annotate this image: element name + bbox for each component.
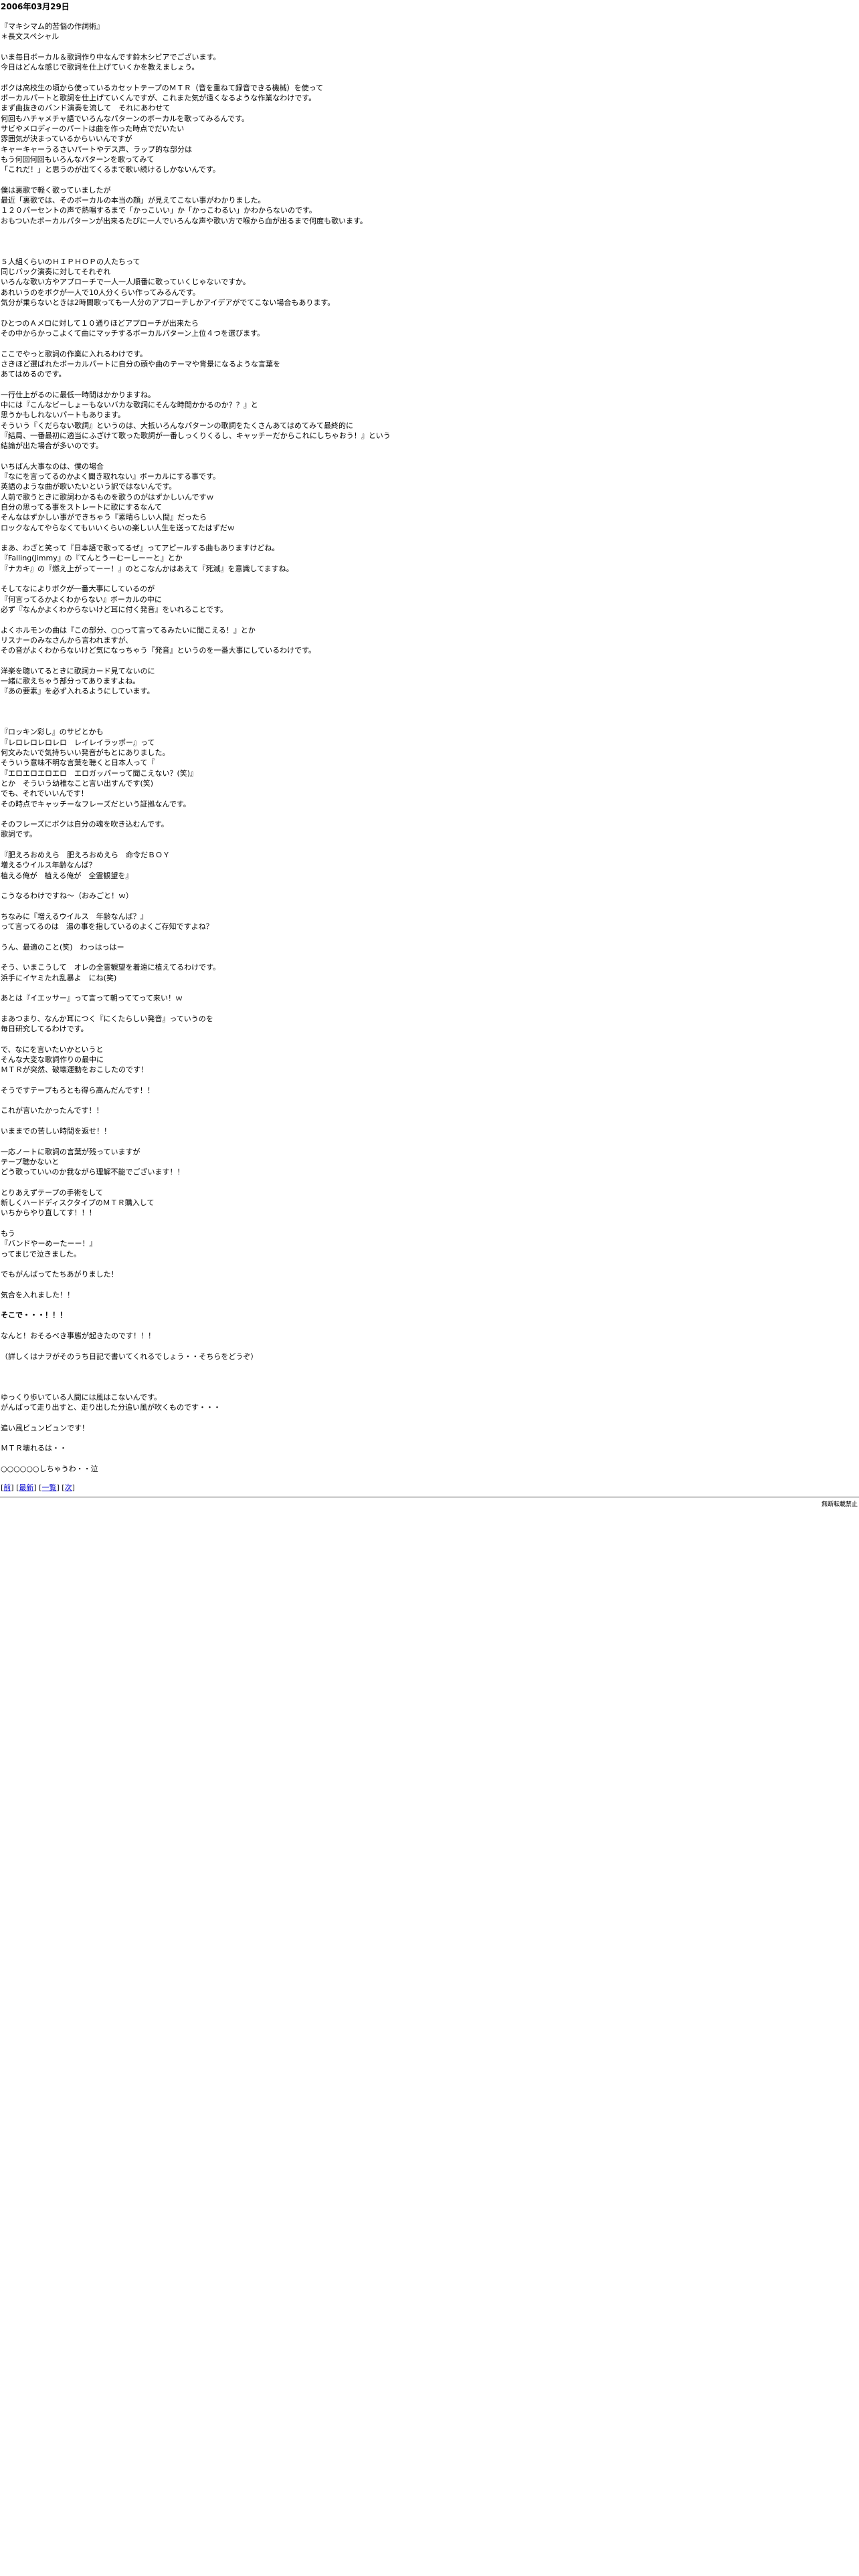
entry-paragraph: いちばん大事なのは、僕の場合 『なにを言ってるのかよく聞き取れない』ボーカルにす… [1, 461, 235, 532]
entry-paragraph: 一行仕上がるのに最低一時間はかかりますね。 中には『こんなビーしょーもないバカな… [1, 390, 391, 451]
entry-navigation: [前] [最新] [一覧] [次] [0, 1483, 859, 1493]
entry-paragraph: 洋楽を聴いてるときに歌詞カード見てないのに 一緒に歌えちゃう部分ってありますよね… [1, 666, 155, 696]
entry-date: 2006年03月29日 [1, 2, 70, 11]
entry-paragraph: いま毎日ボーカル＆歌詞作り中なんです鈴木シビアでございます。 今日はどんな感じで… [1, 52, 221, 72]
entry-paragraph: （詳しくはナヲがそのうち日記で書いてくれるでしょう・・そちらをどうぞ） [1, 1352, 258, 1361]
nav-bracket-close: ] [72, 1483, 75, 1493]
entry-paragraph [1, 1372, 859, 1382]
entry-paragraph: 気合を入れました！！ [1, 1290, 74, 1299]
nav-next-link[interactable]: 次 [65, 1483, 72, 1492]
entry-paragraph: あとは『イエッサー』って言って朝っててって来い！ｗ [1, 994, 183, 1003]
entry-paragraph: とりあえずテープの手術をして 新しくハードディスクタイプのＭＴＲ購入して いちか… [1, 1188, 155, 1218]
entry-paragraph: 僕は裏歌で軽く歌っていましたが 最近「裏歌では、そのボーカルの本当の顔」が見えて… [1, 185, 367, 225]
entry-paragraph: ○○○○○○しちゃうわ・・泣 [1, 1464, 98, 1473]
entry-paragraph: うん、最適のこと(笑) わっはっはー [1, 942, 124, 952]
entry-paragraph: なんと！おそるべき事態が起きたのです！！！ [1, 1331, 155, 1340]
entry-paragraph: 『肥えろおめえら 肥えろおめえら 命令だＢＯＹ 増えるウイルス年齢なんば？ 植え… [1, 851, 170, 880]
entry-paragraph: 『ロッキン彩し』のサビとかも 『レロレロレロレロ レイレイラッポー』って 何文み… [1, 728, 198, 809]
nav-separator: ] [ [56, 1483, 65, 1493]
entry-paragraph: そこで・・・！！！ [1, 1311, 67, 1320]
entry-paragraph: もう 『バンドやーめーたーー！』 ってまじで泣きました。 [1, 1229, 97, 1259]
copyright-notice: 無断転載禁止 [821, 1501, 858, 1509]
entry-paragraph: ゆっくり歩いている人間には風はこないんです。 がんばって走り出すと、走り出した分… [1, 1392, 221, 1412]
nav-separator: ] [ [33, 1483, 42, 1493]
entry-paragraph: で、なにを言いたいかというと そんな大変な歌詞作りの最中に ＭＴＲが突然、破壊運… [1, 1045, 148, 1075]
entry-paragraph: ボクは高校生の頃から使っているカセットテープのＭＴＲ（音を重ねて録音できる機械）… [1, 83, 324, 175]
entry-paragraph: 一応ノートに歌詞の言葉が残っていますが テープ聴かないと どう歌っていいのか我な… [1, 1147, 185, 1177]
entry-paragraph: こうなるわけですね～（おみごと！ｗ） [1, 891, 133, 901]
entry-paragraph: そのフレーズにボクは自分の魂を吹き込むんです。 歌詞です。 [1, 820, 169, 839]
entry-paragraph: ５人組くらいのＨＩＰＨＯＰの人たちって 同じバック演奏に対してそれぞれ いろんな… [1, 257, 335, 308]
entry-paragraph: まあ、わざと笑って『日本語で歌ってるぜ』ってアピールする曲もありますけどね。 『… [1, 544, 294, 573]
entry-paragraph: ちなみに『増えるウイルス 年齢なんば？』 って言ってるのは 湯の事を指しているの… [1, 911, 213, 932]
entry-paragraph: ここでやっと歌詞の作業に入れるわけです。 さきほど選ばれたボーカルパートに自分の… [1, 349, 280, 379]
entry-paragraph: いままでの苦しい時間を返せ！！ [1, 1127, 111, 1136]
entry-paragraph: そうですテープもろとも得ら高んだんです！！ [1, 1085, 155, 1095]
entry-paragraph: ＭＴＲ壊れるは・・ [1, 1444, 67, 1453]
entry-paragraph: まあつまり、なんか耳につく『にくたらしい発音』っていうのを 毎日研究してるわけで… [1, 1014, 213, 1034]
entry-paragraph: 『マキシマム的苦悩の作詞術』 ＊長文スペシャル [1, 22, 104, 41]
entry-paragraph: よくホルモンの曲は『この部分、○○って言ってるみたいに聞こえる！』とか リスナー… [1, 625, 316, 655]
nav-latest-link[interactable]: 最新 [19, 1483, 33, 1492]
entry-paragraph [1, 707, 859, 717]
nav-prev-link[interactable]: 前 [3, 1483, 11, 1492]
entry-paragraph: 追い風ビュンビュンです！ [1, 1423, 89, 1432]
nav-separator: ] [ [11, 1483, 19, 1493]
entry-paragraph: でもがんばってたちあがりました！ [1, 1270, 118, 1279]
entry-paragraph: そしてなによりボクが一番大事にしているのが 『何言ってるかよくわからない』ボーカ… [1, 584, 228, 614]
entry-paragraph: そう、いまこうして オレの全霊観望を着遠に植えてるわけです。 浜手にイヤミたれ乱… [1, 963, 221, 982]
entry-paragraph: ひとつのＡメロに対して１０通りほどアプローチが出来たら その中からかっこよくて曲… [1, 318, 265, 338]
footer-divider [0, 1497, 859, 1499]
entry-paragraph [1, 236, 859, 246]
nav-list-link[interactable]: 一覧 [41, 1483, 56, 1492]
entry-body: 『マキシマム的苦悩の作詞術』 ＊長文スペシャルいま毎日ボーカル＆歌詞作り中なんで… [0, 12, 859, 1474]
entry-paragraph: これが言いたかったんです！！ [1, 1106, 104, 1115]
